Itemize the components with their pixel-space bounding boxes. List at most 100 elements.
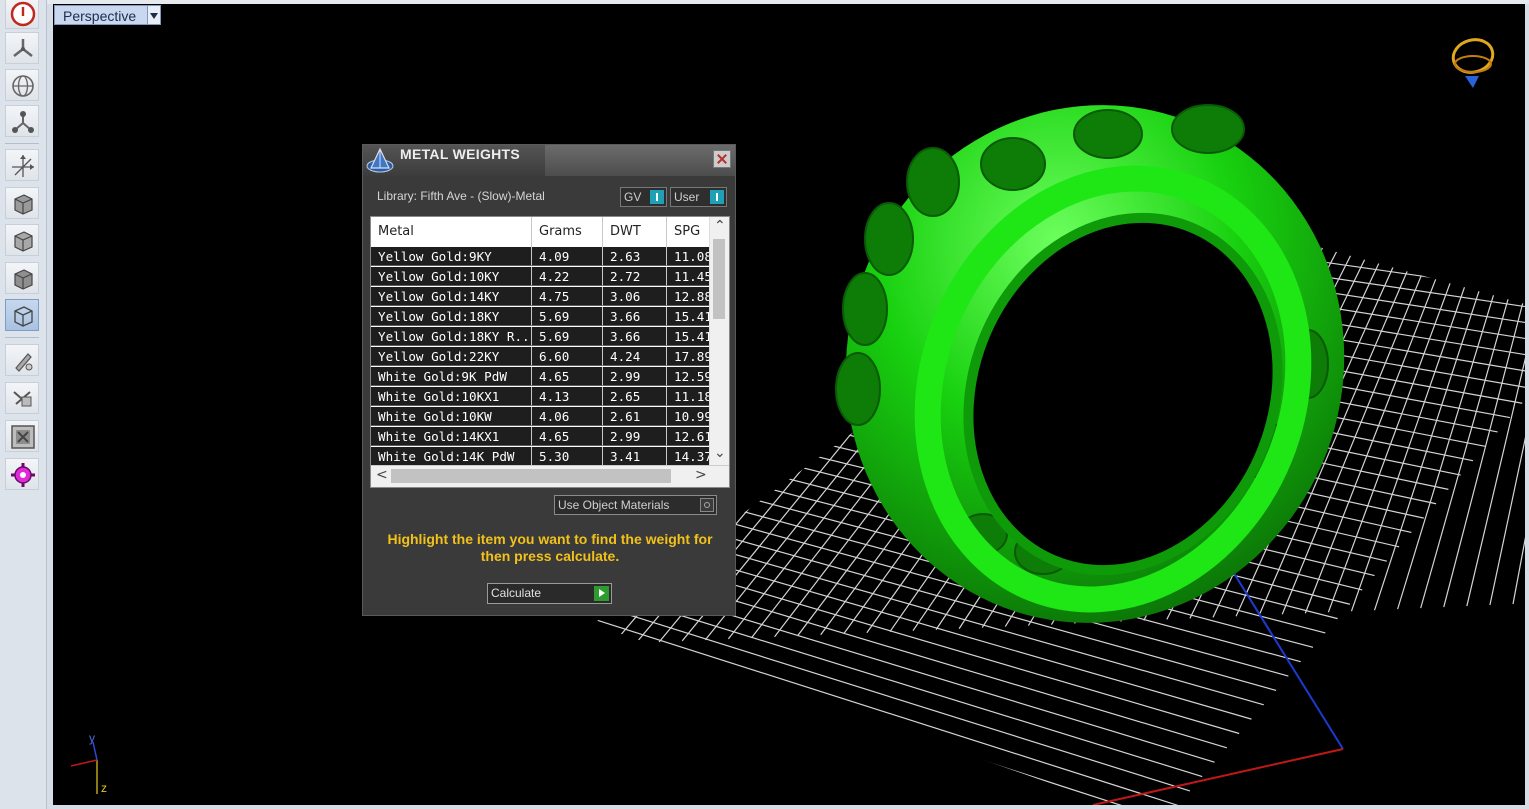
globe-icon[interactable] bbox=[5, 69, 39, 101]
play-icon bbox=[594, 586, 609, 601]
scrollbar-thumb[interactable] bbox=[391, 469, 671, 483]
cell-spg: 12.59 bbox=[667, 367, 711, 386]
chevron-right-icon[interactable]: > bbox=[695, 467, 707, 483]
close-icon[interactable] bbox=[713, 150, 731, 168]
cell-grams: 5.30 bbox=[532, 447, 603, 466]
axis-y-label: y bbox=[89, 731, 95, 745]
chevron-left-icon[interactable]: < bbox=[376, 467, 388, 483]
square-x-icon[interactable] bbox=[5, 420, 39, 452]
column-header[interactable]: Grams bbox=[532, 217, 603, 247]
cell-metal: White Gold:9K PdW bbox=[371, 367, 532, 386]
column-header[interactable]: SPG bbox=[667, 217, 711, 247]
cell-spg: 15.41 bbox=[667, 307, 711, 326]
cell-grams: 5.69 bbox=[532, 307, 603, 326]
cell-spg: 11.45 bbox=[667, 267, 711, 286]
table-row[interactable]: Yellow Gold:18KY 5.69 3.66 15.41 bbox=[371, 307, 711, 326]
chevron-down-icon[interactable]: ⌄ bbox=[714, 445, 726, 461]
ring-model bbox=[835, 104, 1345, 623]
power-icon[interactable] bbox=[5, 0, 39, 29]
cell-dwt: 3.06 bbox=[603, 287, 667, 306]
orientation-ring-icon[interactable] bbox=[1450, 35, 1497, 88]
grid-axis-red bbox=[1092, 748, 1344, 805]
cell-grams: 4.75 bbox=[532, 287, 603, 306]
table-row[interactable]: Yellow Gold:9KY 4.09 2.63 11.08 bbox=[371, 247, 711, 266]
cell-dwt: 2.63 bbox=[603, 247, 667, 266]
pen-tool-icon[interactable] bbox=[5, 344, 39, 376]
panel-titlebar[interactable]: METAL WEIGHTS bbox=[363, 145, 735, 176]
cube-view-3-icon[interactable] bbox=[5, 262, 39, 294]
use-object-materials-toggle[interactable]: Use Object Materials bbox=[554, 495, 717, 515]
axis-z-label: z bbox=[101, 781, 107, 795]
chevron-up-icon[interactable]: ⌃ bbox=[714, 218, 726, 234]
user-toggle[interactable]: User bbox=[670, 187, 727, 207]
cell-dwt: 3.66 bbox=[603, 327, 667, 346]
column-header[interactable]: DWT bbox=[603, 217, 667, 247]
cell-dwt: 4.24 bbox=[603, 347, 667, 366]
toggle-indicator-icon bbox=[710, 190, 724, 204]
cell-grams: 6.60 bbox=[532, 347, 603, 366]
table-row[interactable]: White Gold:9K PdW 4.65 2.99 12.59 bbox=[371, 367, 711, 386]
cell-spg: 10.99 bbox=[667, 407, 711, 426]
library-label: Library: Fifth Ave - (Slow)-Metal bbox=[377, 189, 545, 203]
vertical-scrollbar[interactable]: ⌃ ⌄ bbox=[709, 217, 729, 466]
cell-spg: 12.61 bbox=[667, 427, 711, 446]
calculate-button[interactable]: Calculate bbox=[487, 583, 612, 604]
cell-spg: 11.08 bbox=[667, 247, 711, 266]
cube-view-2-icon[interactable] bbox=[5, 224, 39, 256]
cell-metal: Yellow Gold:9KY bbox=[371, 247, 532, 266]
pyramid-logo-icon bbox=[366, 147, 394, 173]
cell-metal: White Gold:14KX1 bbox=[371, 427, 532, 446]
scrollbar-thumb[interactable] bbox=[713, 239, 725, 319]
axis-gizmo: y z bbox=[70, 731, 107, 795]
table-row[interactable]: Yellow Gold:22KY 6.60 4.24 17.89 bbox=[371, 347, 711, 366]
toolbar-separator bbox=[5, 337, 39, 338]
metal-weights-table[interactable]: Metal Grams DWT SPG Yellow Gold:9KY 4.09 2… bbox=[370, 216, 730, 488]
cell-metal: Yellow Gold:22KY bbox=[371, 347, 532, 366]
viewport-scene: y z bbox=[70, 35, 1525, 805]
scissors-tool-icon[interactable] bbox=[5, 382, 39, 414]
panel-title: METAL WEIGHTS bbox=[400, 146, 521, 162]
table-row[interactable]: Yellow Gold:18KY R... 5.69 3.66 15.41 bbox=[371, 327, 711, 346]
cell-grams: 4.65 bbox=[532, 367, 603, 386]
cell-grams: 5.69 bbox=[532, 327, 603, 346]
cell-dwt: 2.99 bbox=[603, 367, 667, 386]
cell-metal: Yellow Gold:18KY R... bbox=[371, 327, 532, 346]
cell-dwt: 2.65 bbox=[603, 387, 667, 406]
table-row[interactable]: White Gold:10KW 4.06 2.61 10.99 bbox=[371, 407, 711, 426]
cell-metal: Yellow Gold:14KY bbox=[371, 287, 532, 306]
viewport-mode-label: Perspective bbox=[63, 8, 137, 24]
use-object-materials-label: Use Object Materials bbox=[558, 498, 670, 512]
cell-grams: 4.09 bbox=[532, 247, 603, 266]
table-row[interactable]: White Gold:14KX1 4.65 2.99 12.61 bbox=[371, 427, 711, 446]
table-row[interactable]: Yellow Gold:14KY 4.75 3.06 12.88 bbox=[371, 287, 711, 306]
user-toggle-label: User bbox=[674, 190, 700, 204]
cell-dwt: 2.99 bbox=[603, 427, 667, 446]
column-header[interactable]: Metal bbox=[371, 217, 532, 247]
cell-spg: 12.88 bbox=[667, 287, 711, 306]
gear-plugin-icon[interactable] bbox=[5, 458, 39, 490]
calculate-label: Calculate bbox=[491, 586, 542, 600]
table-row[interactable]: White Gold:14K PdW 5.30 3.41 14.37 bbox=[371, 447, 711, 466]
move-axes-icon[interactable] bbox=[5, 149, 39, 181]
toggle-indicator-icon bbox=[650, 190, 664, 204]
windmill-icon[interactable] bbox=[5, 32, 39, 64]
cell-metal: Yellow Gold:18KY bbox=[371, 307, 532, 326]
cell-dwt: 2.61 bbox=[603, 407, 667, 426]
cell-spg: 11.18 bbox=[667, 387, 711, 406]
viewport-mode-dropdown[interactable]: Perspective bbox=[54, 5, 161, 25]
nodes-icon[interactable] bbox=[5, 105, 39, 137]
gv-toggle-label: GV bbox=[624, 190, 642, 204]
horizontal-scrollbar[interactable]: < > bbox=[371, 465, 729, 487]
radio-indicator-icon bbox=[700, 498, 714, 512]
3d-viewport[interactable]: y z bbox=[53, 4, 1525, 805]
cell-metal: White Gold:10KW bbox=[371, 407, 532, 426]
gv-toggle[interactable]: GV bbox=[620, 187, 667, 207]
cube-view-4-icon[interactable] bbox=[5, 299, 39, 331]
table-row[interactable]: White Gold:10KX1 4.13 2.65 11.18 bbox=[371, 387, 711, 406]
cell-grams: 4.06 bbox=[532, 407, 603, 426]
table-row[interactable]: Yellow Gold:10KY 4.22 2.72 11.45 bbox=[371, 267, 711, 286]
cube-view-icon[interactable] bbox=[5, 187, 39, 219]
chevron-down-icon[interactable] bbox=[147, 6, 160, 24]
metal-weights-panel: METAL WEIGHTS Library: Fifth Ave - (Slow… bbox=[362, 144, 736, 616]
cell-spg: 15.41 bbox=[667, 327, 711, 346]
